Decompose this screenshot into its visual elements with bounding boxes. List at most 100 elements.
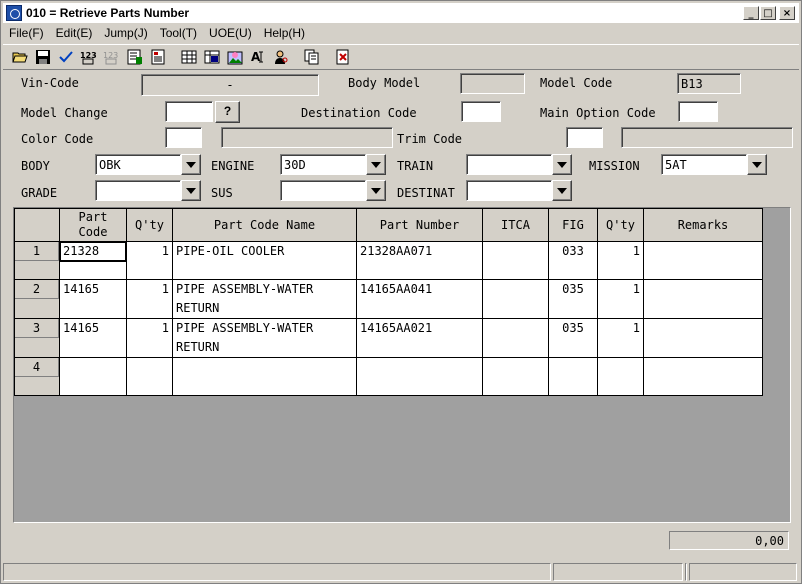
- row-header[interactable]: 3: [14, 318, 60, 358]
- menu-jump[interactable]: Jump(J): [104, 26, 147, 40]
- exit-icon[interactable]: [332, 47, 353, 68]
- cell-part-code-name[interactable]: [172, 357, 357, 396]
- destinat-dropdown-button[interactable]: [552, 180, 572, 201]
- check-icon[interactable]: [55, 47, 76, 68]
- sus-dropdown-button[interactable]: [366, 180, 386, 201]
- list-export-icon[interactable]: [124, 47, 145, 68]
- cell-fig[interactable]: 035: [548, 318, 598, 358]
- body-value[interactable]: OBK: [95, 154, 181, 175]
- col-header-part-code-name[interactable]: Part Code Name: [172, 208, 357, 242]
- cell-qty2[interactable]: [597, 357, 644, 396]
- body-dropdown-button[interactable]: [181, 154, 201, 175]
- body-combo[interactable]: OBK: [95, 154, 201, 175]
- user-search-icon[interactable]: [270, 47, 291, 68]
- grade-value[interactable]: [95, 180, 181, 201]
- cell-part-number[interactable]: 14165AA041: [356, 279, 483, 319]
- menu-uoe[interactable]: UOE(U): [209, 26, 252, 40]
- table-row[interactable]: 3 14165 1 PIPE ASSEMBLY-WATER RETURN 1416…: [14, 318, 763, 358]
- menu-edit[interactable]: Edit(E): [56, 26, 93, 40]
- color-code-field[interactable]: [165, 127, 202, 148]
- cell-remarks[interactable]: [643, 279, 763, 319]
- cell-itca[interactable]: [482, 357, 549, 396]
- cell-qty[interactable]: 1: [126, 318, 173, 358]
- train-combo[interactable]: [466, 154, 572, 175]
- cell-qty2[interactable]: 1: [597, 279, 644, 319]
- grade-dropdown-button[interactable]: [181, 180, 201, 201]
- col-header-itca[interactable]: ITCA: [482, 208, 549, 242]
- table-row[interactable]: 2 14165 1 PIPE ASSEMBLY-WATER RETURN 1416…: [14, 279, 763, 319]
- engine-dropdown-button[interactable]: [366, 154, 386, 175]
- text-insert-icon[interactable]: A: [247, 47, 268, 68]
- col-header-fig[interactable]: FIG: [548, 208, 598, 242]
- mission-dropdown-button[interactable]: [747, 154, 767, 175]
- destinat-combo[interactable]: [466, 180, 572, 201]
- image-icon[interactable]: [224, 47, 245, 68]
- copy-pages-icon[interactable]: [301, 47, 322, 68]
- sus-value[interactable]: [280, 180, 366, 201]
- cell-part-code[interactable]: 14165: [59, 279, 127, 319]
- table-row[interactable]: 4: [14, 357, 763, 396]
- cell-part-code-name[interactable]: PIPE ASSEMBLY-WATER RETURN: [172, 279, 357, 319]
- cell-itca[interactable]: [482, 279, 549, 319]
- minimize-button[interactable]: _: [743, 6, 759, 20]
- cell-part-code[interactable]: 14165: [59, 318, 127, 358]
- engine-combo[interactable]: 30D: [280, 154, 386, 175]
- cell-remarks[interactable]: [643, 357, 763, 396]
- col-header-remarks[interactable]: Remarks: [643, 208, 763, 242]
- cell-fig[interactable]: [548, 357, 598, 396]
- cell-qty[interactable]: [126, 357, 173, 396]
- numbers-123-icon[interactable]: 123: [78, 47, 99, 68]
- table-row[interactable]: 1 21328 1 PIPE-OIL COOLER 21328AA071 033…: [14, 241, 763, 280]
- grid-select-icon[interactable]: [201, 47, 222, 68]
- train-value[interactable]: [466, 154, 552, 175]
- model-change-field[interactable]: [165, 101, 213, 122]
- open-folder-icon[interactable]: [9, 47, 30, 68]
- cell-part-code[interactable]: 21328: [59, 241, 127, 280]
- engine-value[interactable]: 30D: [280, 154, 366, 175]
- model-change-lookup-button[interactable]: ?: [215, 101, 240, 123]
- vin-code-field[interactable]: -: [141, 74, 319, 96]
- cell-part-number[interactable]: [356, 357, 483, 396]
- train-dropdown-button[interactable]: [552, 154, 572, 175]
- cell-part-code-name[interactable]: PIPE-OIL COOLER: [172, 241, 357, 280]
- sus-combo[interactable]: [280, 180, 386, 201]
- numbers-disabled-icon[interactable]: 123: [101, 47, 122, 68]
- grid-icon[interactable]: [178, 47, 199, 68]
- save-disk-icon[interactable]: [32, 47, 53, 68]
- row-header[interactable]: 4: [14, 357, 60, 396]
- close-button[interactable]: ×: [779, 6, 795, 20]
- destinat-value[interactable]: [466, 180, 552, 201]
- cell-qty[interactable]: 1: [126, 241, 173, 280]
- row-header[interactable]: 1: [14, 241, 60, 280]
- col-header-qty2[interactable]: Q'ty: [597, 208, 644, 242]
- cell-remarks[interactable]: [643, 241, 763, 280]
- cell-part-code[interactable]: [59, 357, 127, 396]
- cell-qty2[interactable]: 1: [597, 318, 644, 358]
- menu-tool[interactable]: Tool(T): [160, 26, 197, 40]
- document-list-icon[interactable]: [147, 47, 168, 68]
- mission-combo[interactable]: 5AT: [661, 154, 767, 175]
- cell-itca[interactable]: [482, 318, 549, 358]
- body-model-field[interactable]: [460, 73, 525, 94]
- corner-header[interactable]: [14, 208, 60, 242]
- menu-help[interactable]: Help(H): [264, 26, 305, 40]
- cell-remarks[interactable]: [643, 318, 763, 358]
- cell-qty2[interactable]: 1: [597, 241, 644, 280]
- col-header-part-code[interactable]: Part Code: [59, 208, 127, 242]
- cell-fig[interactable]: 035: [548, 279, 598, 319]
- cell-qty[interactable]: 1: [126, 279, 173, 319]
- cell-itca[interactable]: [482, 241, 549, 280]
- grade-combo[interactable]: [95, 180, 201, 201]
- cell-part-number[interactable]: 21328AA071: [356, 241, 483, 280]
- mission-value[interactable]: 5AT: [661, 154, 747, 175]
- maximize-button[interactable]: □: [760, 6, 776, 20]
- trim-code-field[interactable]: [566, 127, 603, 148]
- col-header-part-number[interactable]: Part Number: [356, 208, 483, 242]
- parts-grid[interactable]: Part Code Q'ty Part Code Name Part Number…: [13, 207, 791, 523]
- app-icon[interactable]: [6, 5, 22, 21]
- destination-code-field[interactable]: [461, 101, 501, 122]
- main-option-code-field[interactable]: [678, 101, 718, 122]
- cell-fig[interactable]: 033: [548, 241, 598, 280]
- cell-part-number[interactable]: 14165AA021: [356, 318, 483, 358]
- model-code-field[interactable]: B13: [677, 73, 741, 94]
